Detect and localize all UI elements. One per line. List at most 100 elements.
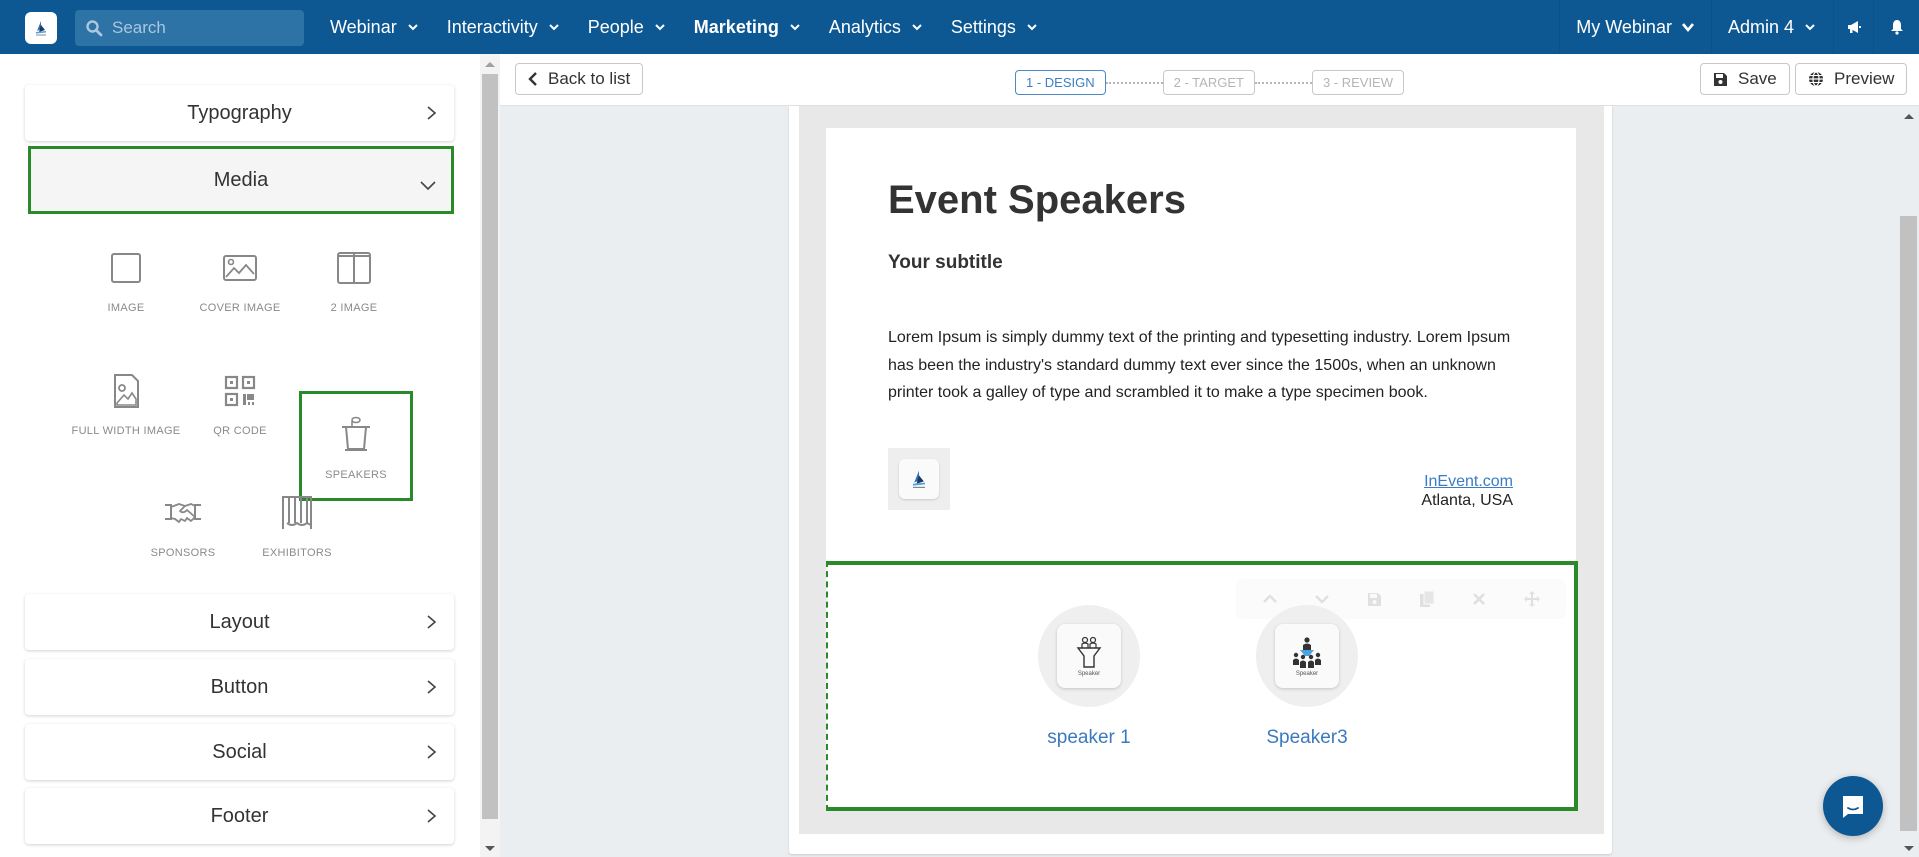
globe-icon	[1809, 71, 1823, 87]
notifications-button[interactable]	[1873, 0, 1919, 54]
back-label: Back to list	[548, 69, 631, 88]
panel-social[interactable]: Social	[25, 724, 454, 780]
podium-icon	[342, 416, 370, 451]
chevron-down-icon	[407, 24, 418, 31]
panel-label: Layout	[209, 610, 270, 633]
event-selector-label: My Webinar	[1576, 16, 1672, 37]
email-subtitle[interactable]: Your subtitle	[888, 252, 1003, 274]
nav-people[interactable]: People	[588, 17, 667, 38]
chevron-right-icon	[427, 745, 437, 759]
block-two-image[interactable]: 2 IMAGE	[297, 224, 411, 334]
panel-layout[interactable]: Layout	[25, 594, 454, 650]
scroll-down-arrow[interactable]	[1904, 846, 1914, 851]
chevron-right-icon	[427, 106, 437, 120]
email-logo[interactable]	[888, 448, 950, 510]
speaker-podium-icon	[1076, 636, 1102, 668]
wizard-steps: 1 - DESIGN 2 - TARGET 3 - REVIEW	[1015, 70, 1405, 95]
nav-interactivity[interactable]: Interactivity	[447, 17, 561, 38]
speaker-card[interactable]: Speaker Speaker3	[1237, 605, 1377, 749]
block-exhibitors[interactable]: EXHIBITORS	[240, 469, 354, 579]
block-cover-image[interactable]: COVER IMAGE	[183, 224, 297, 334]
canvas-scrollbar[interactable]	[1899, 106, 1919, 857]
nav-right: My Webinar Admin 4	[1559, 0, 1919, 54]
chat-support-button[interactable]	[1823, 776, 1883, 836]
step-label: 2 - TARGET	[1173, 75, 1244, 90]
search-input[interactable]	[112, 18, 292, 38]
speaker-card[interactable]: Speaker speaker 1	[1019, 605, 1159, 749]
panel-label: Footer	[210, 804, 269, 827]
email-title[interactable]: Event Speakers	[888, 178, 1186, 223]
step-review[interactable]: 3 - REVIEW	[1311, 70, 1405, 95]
speaker-avatar: Speaker	[1256, 605, 1358, 707]
scroll-up-arrow[interactable]	[1904, 114, 1914, 119]
handshake-icon	[165, 503, 201, 523]
speakers-block-selected[interactable]: Speaker speaker 1 Speaker Speaker3	[826, 561, 1578, 811]
block-label: COVER IMAGE	[199, 302, 281, 314]
back-to-list-button[interactable]: Back to list	[515, 63, 644, 95]
editor-toolbar: Back to list 1 - DESIGN 2 - TARGET 3 - R…	[500, 54, 1919, 106]
block-image[interactable]: IMAGE	[69, 224, 183, 334]
block-label: FULL WIDTH IMAGE	[71, 425, 181, 437]
block-full-width-image[interactable]: FULL WIDTH IMAGE	[69, 347, 183, 457]
scroll-thumb[interactable]	[1900, 216, 1917, 831]
nav-label: Webinar	[330, 16, 397, 37]
block-label: SPONSORS	[150, 547, 216, 559]
scroll-down-arrow[interactable]	[485, 846, 495, 851]
email-paragraph[interactable]: Lorem Ipsum is simply dummy text of the …	[888, 324, 1528, 407]
search-icon	[86, 20, 103, 37]
nav-settings[interactable]: Settings	[951, 17, 1039, 38]
panel-footer[interactable]: Footer	[25, 788, 454, 844]
chevron-right-icon	[427, 680, 437, 694]
panel-button[interactable]: Button	[25, 659, 454, 715]
website-link[interactable]: InEvent.com	[1421, 472, 1513, 491]
search-box[interactable]	[75, 10, 304, 46]
announcements-button[interactable]	[1833, 0, 1873, 54]
cover-image-icon	[223, 255, 257, 281]
nav-webinar[interactable]: Webinar	[330, 17, 420, 38]
step-design[interactable]: 1 - DESIGN	[1015, 70, 1106, 95]
location-text: Atlanta, USA	[1421, 492, 1513, 509]
nav-label: Analytics	[828, 16, 901, 37]
duplicate-icon[interactable]	[1417, 589, 1437, 609]
step-connector	[1105, 81, 1163, 84]
email-content-block[interactable]: Event Speakers Your subtitle Lorem Ipsum…	[826, 128, 1576, 564]
drag-icon[interactable]	[1522, 589, 1542, 609]
nav-label: People	[587, 16, 644, 37]
step-target[interactable]: 2 - TARGET	[1162, 70, 1255, 95]
nav-label: Interactivity	[446, 16, 538, 37]
chevron-down-icon	[420, 181, 436, 191]
delete-icon[interactable]	[1469, 589, 1489, 609]
speaker-avatar: Speaker	[1038, 605, 1140, 707]
user-menu[interactable]: Admin 4	[1710, 0, 1833, 54]
user-menu-label: Admin 4	[1727, 16, 1794, 37]
speaker-name[interactable]: speaker 1	[1047, 727, 1130, 749]
scroll-up-arrow[interactable]	[485, 62, 495, 67]
chevron-right-icon	[427, 615, 437, 629]
speaker-name[interactable]: Speaker3	[1266, 727, 1347, 749]
panel-label: Typography	[187, 101, 292, 124]
chevron-down-icon	[1027, 24, 1037, 31]
block-qr-code[interactable]: QR CODE	[183, 347, 297, 457]
chat-icon	[1843, 796, 1863, 818]
chevron-down-icon	[655, 24, 665, 31]
block-label: EXHIBITORS	[262, 547, 332, 559]
chevron-right-icon	[427, 809, 437, 823]
inevent-logo-icon	[913, 470, 925, 488]
sidebar-scrollbar[interactable]	[480, 54, 500, 857]
panel-media[interactable]: Media	[28, 146, 454, 214]
booth-icon	[282, 496, 312, 529]
inevent-logo-icon	[36, 21, 46, 36]
chevron-down-icon	[1681, 23, 1694, 33]
image-placeholder-icon	[111, 253, 141, 283]
megaphone-icon	[1847, 21, 1861, 33]
bell-icon	[1890, 20, 1903, 35]
block-sponsors[interactable]: SPONSORS	[126, 469, 240, 579]
app-logo[interactable]	[25, 12, 57, 44]
save-button[interactable]: Save	[1700, 63, 1790, 95]
nav-marketing[interactable]: Marketing	[694, 17, 802, 38]
panel-typography[interactable]: Typography	[25, 85, 454, 141]
scroll-thumb[interactable]	[482, 74, 498, 819]
event-selector[interactable]: My Webinar	[1559, 0, 1711, 54]
nav-analytics[interactable]: Analytics	[829, 17, 924, 38]
preview-button[interactable]: Preview	[1795, 63, 1908, 95]
